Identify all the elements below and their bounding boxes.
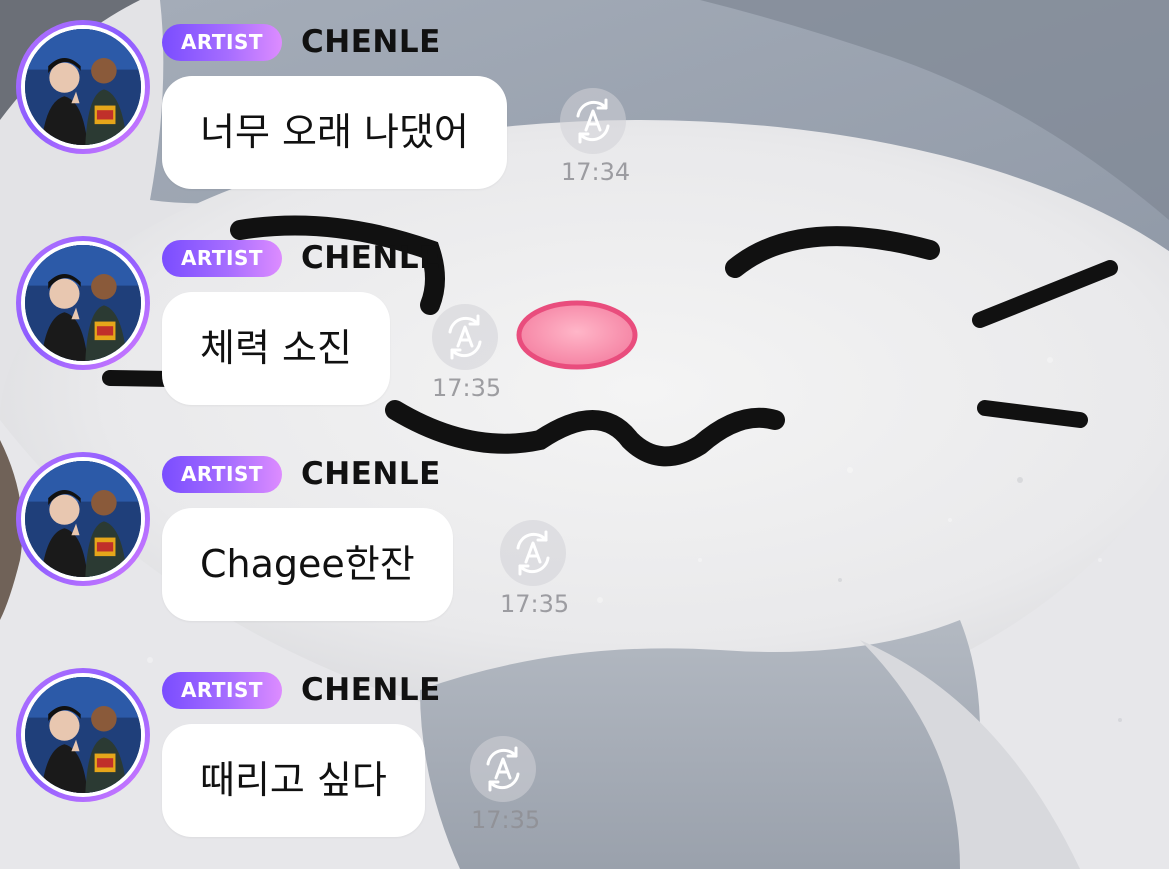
avatar-ring: [21, 25, 145, 149]
avatar-photo: [25, 245, 141, 361]
timestamp: 17:35: [471, 806, 541, 834]
avatar[interactable]: [16, 668, 150, 802]
chat-message: ARTIST CHENLE 너무 오래 나댔어 17:34: [0, 0, 700, 200]
avatar-image: [25, 245, 141, 361]
avatar[interactable]: [16, 452, 150, 586]
timestamp: 17:35: [432, 374, 502, 402]
avatar-ring: [21, 457, 145, 581]
avatar-photo: [25, 461, 141, 577]
artist-badge: ARTIST: [162, 456, 282, 493]
sender-name[interactable]: CHENLE: [301, 668, 441, 712]
artist-badge: ARTIST: [162, 672, 282, 709]
message-bubble[interactable]: Chagee한잔: [162, 508, 453, 621]
timestamp: 17:34: [561, 158, 631, 186]
message-bubble[interactable]: 너무 오래 나댔어: [162, 76, 507, 189]
translate-icon: [486, 746, 520, 792]
chat-message: ARTIST CHENLE 때리고 싶다 17:35: [0, 648, 700, 848]
artist-badge: ARTIST: [162, 240, 282, 277]
translate-icon: [576, 98, 610, 144]
chat-message: ARTIST CHENLE Chagee한잔 17:35: [0, 432, 700, 632]
translate-button[interactable]: [432, 304, 498, 370]
avatar-image: [25, 461, 141, 577]
avatar-image: [25, 677, 141, 793]
avatar-photo: [25, 29, 141, 145]
chat-list: ARTIST CHENLE 너무 오래 나댔어 17:34 ARTIST CHE…: [0, 0, 1169, 869]
chat-message: ARTIST CHENLE 체력 소진 17:35: [0, 216, 700, 416]
translate-button[interactable]: [560, 88, 626, 154]
translate-icon: [448, 314, 482, 360]
timestamp: 17:35: [500, 590, 570, 618]
avatar[interactable]: [16, 236, 150, 370]
translate-icon: [516, 530, 550, 576]
avatar-photo: [25, 677, 141, 793]
avatar-ring: [21, 241, 145, 365]
message-bubble[interactable]: 때리고 싶다: [162, 724, 425, 837]
sender-name[interactable]: CHENLE: [301, 20, 441, 64]
translate-button[interactable]: [470, 736, 536, 802]
sender-name[interactable]: CHENLE: [301, 236, 441, 280]
avatar-ring: [21, 673, 145, 797]
avatar-image: [25, 29, 141, 145]
avatar[interactable]: [16, 20, 150, 154]
message-bubble[interactable]: 체력 소진: [162, 292, 390, 405]
artist-badge: ARTIST: [162, 24, 282, 61]
translate-button[interactable]: [500, 520, 566, 586]
sender-name[interactable]: CHENLE: [301, 452, 441, 496]
